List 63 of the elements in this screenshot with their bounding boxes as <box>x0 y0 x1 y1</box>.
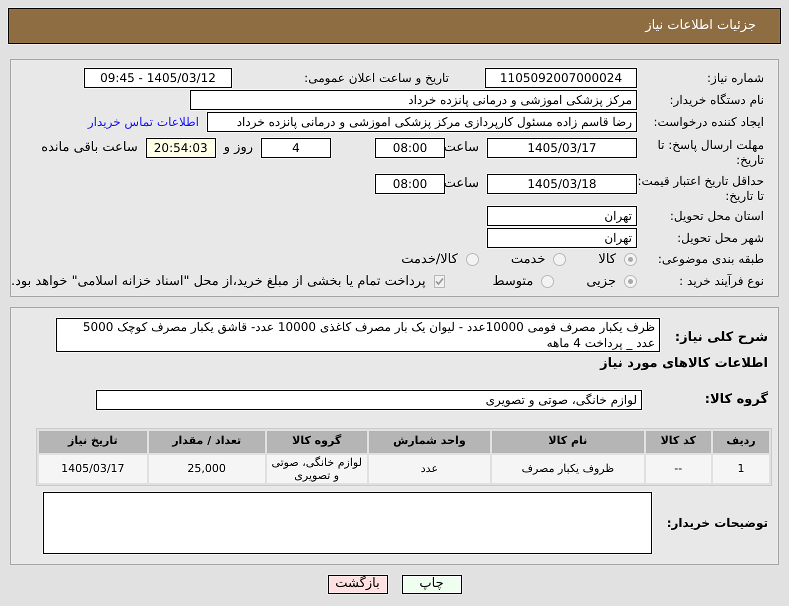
column-header: نام کالا <box>492 430 644 452</box>
field-label: شرح کلی نیاز: <box>674 329 769 347</box>
time-label: ساعت <box>445 139 480 157</box>
table-cell: عدد <box>368 454 490 482</box>
field-label: استان محل تحویل: <box>668 208 765 224</box>
remaining-label: ساعت باقی مانده <box>41 139 139 157</box>
radio-label: خدمت <box>510 251 546 269</box>
column-header: کد کالا <box>646 430 711 452</box>
text-field[interactable]: 08:00 <box>375 138 445 158</box>
radio-label: جزیی <box>586 272 616 290</box>
radio-button[interactable] <box>541 274 554 288</box>
text-field[interactable]: مرکز پزشکی اموزشی و درمانی پانزده خرداد <box>190 90 637 110</box>
table-cell: ظروف یکبار مصرف <box>492 454 644 482</box>
field-label: ایجاد کننده درخواست: <box>652 114 765 130</box>
time-label: ساعت <box>445 175 480 193</box>
back-button[interactable]: بازگشت <box>328 574 388 594</box>
radio-label: کالا <box>598 251 616 269</box>
field-label: گروه کالا: <box>704 390 769 409</box>
column-header: گروه کالا <box>266 430 367 452</box>
field-label: مهلت ارسال پاسخ: تا تاریخ: <box>656 138 765 168</box>
page-title: جزئیات اطلاعات نیاز <box>645 17 757 36</box>
payment-note: پرداخت تمام یا بخشی از مبلغ خرید،از محل "اسناد خزانه اسلامی" خواهد بود. <box>11 272 427 290</box>
field-label: شهر محل تحویل: <box>676 230 765 246</box>
table-cell: 1 <box>712 454 769 482</box>
days-label: روز و <box>222 139 254 157</box>
print-button[interactable]: چاپ <box>402 574 462 594</box>
countdown-field[interactable]: 20:54:03 <box>146 138 216 158</box>
notes-field[interactable] <box>43 492 652 554</box>
radio-button[interactable] <box>624 253 637 266</box>
text-field[interactable]: 1405/03/12 - 09:45 <box>84 68 232 88</box>
section-title: اطلاعات کالاهای مورد نیاز <box>598 355 769 373</box>
radio-label: متوسط <box>492 272 534 290</box>
payment-checkbox[interactable] <box>434 274 445 288</box>
text-field[interactable]: رضا قاسم زاده مسئول کارپردازی مرکز پزشکی اموزشی و درمانی پانزده خرداد <box>207 112 637 132</box>
text-field[interactable]: 1405/03/18 <box>487 174 637 194</box>
field-label: نوع فرآیند خرید : <box>678 274 765 289</box>
field-label: حداقل تاریخ اعتبار قیمت: تا تاریخ: <box>637 174 765 204</box>
text-field[interactable]: 08:00 <box>375 174 445 194</box>
text-field[interactable]: لوازم خانگی، صوتی و تصویری <box>96 390 642 410</box>
field-label: طبقه بندی موضوعی: <box>656 252 765 268</box>
text-field[interactable]: تهران <box>487 206 637 226</box>
column-header: ردیف <box>712 430 769 452</box>
text-field[interactable]: 1105092007000024 <box>485 68 637 88</box>
field-label: توضیحات خریدار: <box>666 514 769 532</box>
buyer-contact-link[interactable]: اطلاعات تماس خریدار <box>88 113 207 131</box>
field-label: نام دستگاه خریدار: <box>668 92 765 108</box>
column-header: تعداد / مقدار <box>148 430 265 452</box>
radio-label: کالا/خدمت <box>401 251 458 269</box>
text-field[interactable]: 4 <box>261 138 331 158</box>
radio-button[interactable] <box>624 274 637 288</box>
table-cell: 25,000 <box>148 454 265 482</box>
table-cell: 1405/03/17 <box>39 454 147 482</box>
field-label: تاریخ و ساعت اعلان عمومی: <box>303 70 450 86</box>
column-header: واحد شمارش <box>368 430 490 452</box>
radio-button[interactable] <box>466 253 479 266</box>
column-header: تاریخ نیاز <box>39 430 147 452</box>
table-cell: لوازم خانگی، صوتی و تصویری <box>266 454 367 482</box>
text-field[interactable]: تهران <box>487 228 637 248</box>
table-cell: -- <box>646 454 711 482</box>
text-field[interactable]: 1405/03/17 <box>487 138 637 158</box>
radio-button[interactable] <box>553 253 566 266</box>
description-field[interactable]: ظرف یکبار مصرف فومی 10000عدد - لیوان یک بار مصرف کاغذی 10000 عدد- قاشق یکبار مصرف کوچک 5000 عدد _ پرداخت 4 ماهه <box>56 318 660 352</box>
field-label: شماره نیاز: <box>706 70 765 86</box>
